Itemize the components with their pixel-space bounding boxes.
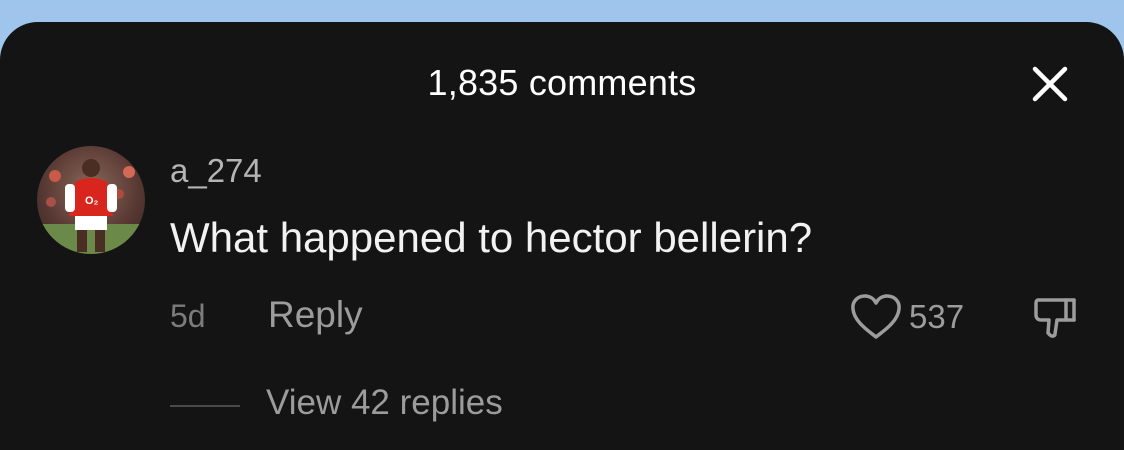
avatar[interactable]: O₂ [37,146,145,254]
thumbs-down-icon [1034,298,1076,338]
replies-divider-line [170,405,240,407]
close-button[interactable] [1028,62,1072,106]
comment-username[interactable]: a_274 [170,152,262,190]
heart-icon [851,294,901,339]
like-count: 537 [909,298,965,335]
reply-button[interactable]: Reply [268,294,363,336]
comment-text: What happened to hector bellerin? [170,214,813,261]
svg-text:O₂: O₂ [85,195,99,207]
like-button[interactable] [848,292,904,342]
close-icon [1032,66,1068,102]
comments-count-title: 1,835 comments [427,62,697,103]
view-replies-button[interactable]: View 42 replies [266,383,503,423]
comment-timestamp: 5d [170,298,206,334]
dislike-button[interactable] [1030,292,1080,342]
